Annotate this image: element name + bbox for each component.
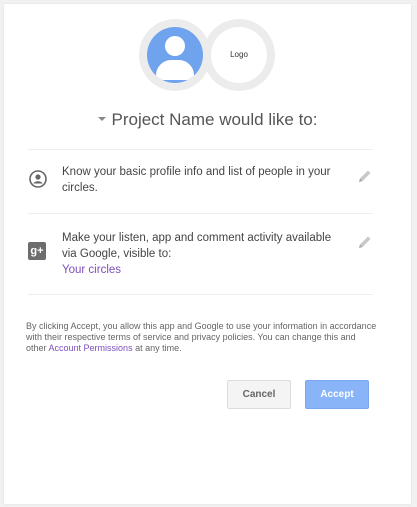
permission-text: Know your basic profile info and list of… <box>62 166 331 194</box>
user-body-icon <box>156 60 194 80</box>
cancel-button[interactable]: Cancel <box>227 380 291 409</box>
pencil-icon[interactable] <box>357 168 373 184</box>
divider <box>28 213 373 214</box>
divider <box>28 149 373 150</box>
chevron-down-icon[interactable] <box>97 116 106 121</box>
user-head-icon <box>165 36 185 56</box>
page-title[interactable]: Project Name would like to: <box>4 110 411 130</box>
consent-card: Logo Project Name would like to: Know yo… <box>4 4 411 504</box>
user-avatar <box>139 19 211 91</box>
accept-button[interactable]: Accept <box>305 380 369 409</box>
pencil-icon[interactable] <box>357 234 373 250</box>
your-circles-link[interactable]: Your circles <box>62 264 121 276</box>
account-avatars: Logo <box>139 19 279 95</box>
disclaimer: By clicking Accept, you allow this app a… <box>26 321 378 354</box>
permission-description: Make your listen, app and comment activi… <box>62 232 332 260</box>
app-logo: Logo <box>203 19 275 91</box>
profile-icon <box>28 169 48 189</box>
google-plus-icon: g+ <box>28 242 48 262</box>
permission-text: Make your listen, app and comment activi… <box>62 230 337 278</box>
disclaimer-text-end: at any time. <box>132 343 182 353</box>
title-text: Project Name would like to: <box>111 110 318 129</box>
logo-label: Logo <box>230 50 248 59</box>
account-permissions-link[interactable]: Account Permissions <box>49 343 133 353</box>
divider <box>28 294 373 295</box>
